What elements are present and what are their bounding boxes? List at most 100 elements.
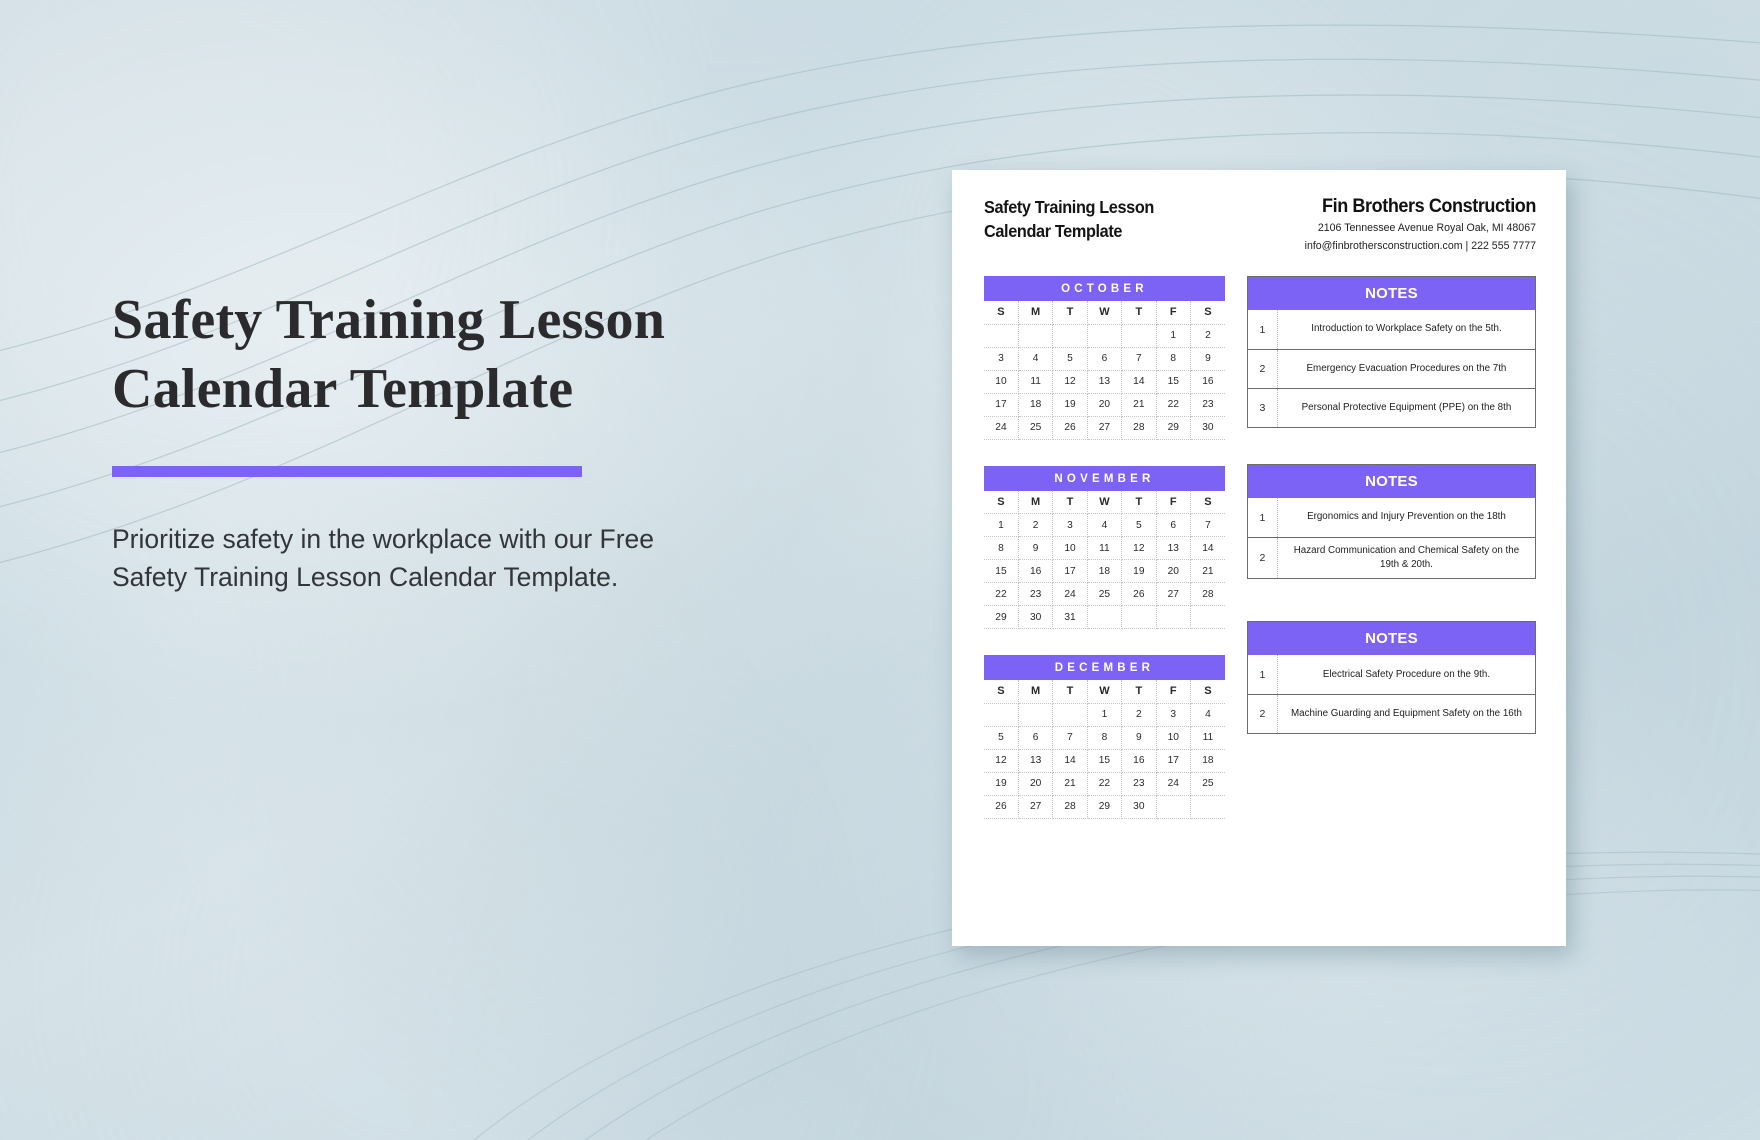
calendar-day-cell[interactable]: 8 — [984, 536, 1019, 561]
calendar-day-cell[interactable]: 22 — [984, 582, 1019, 607]
calendar-day-cell[interactable]: 20 — [1018, 772, 1054, 796]
calendar-day-cell[interactable]: 27 — [1018, 795, 1054, 819]
calendar-day-cell[interactable]: 23 — [1190, 393, 1225, 417]
calendar-day-cell[interactable]: 5 — [1052, 347, 1088, 371]
calendar-day-cell[interactable]: 24 — [984, 416, 1019, 440]
calendar-day-cell[interactable]: 19 — [984, 772, 1019, 796]
calendar-day-cell[interactable]: 30 — [1121, 795, 1157, 819]
calendar-day-cell[interactable]: 15 — [1087, 749, 1123, 773]
note-row[interactable]: 1 Electrical Safety Procedure on the 9th. — [1248, 655, 1535, 695]
calendar-day-cell[interactable]: 1 — [1087, 703, 1123, 727]
calendar-day-cell[interactable]: 31 — [1052, 605, 1088, 630]
calendar-day-cell[interactable]: 3 — [1052, 513, 1088, 538]
calendar-day-cell[interactable]: 7 — [1121, 347, 1157, 371]
calendar-day-cell[interactable]: 1 — [1156, 324, 1191, 348]
calendar-day-cell[interactable]: 24 — [1156, 772, 1191, 796]
calendar-day-cell[interactable]: 15 — [1156, 370, 1191, 394]
calendar-day-cell[interactable]: 10 — [1052, 536, 1088, 561]
calendar-day-cell[interactable]: 14 — [1052, 749, 1088, 773]
calendar-day-cell[interactable]: 28 — [1052, 795, 1088, 819]
calendar-day-cell[interactable]: 6 — [1087, 347, 1123, 371]
calendar-day-cell[interactable]: 18 — [1190, 749, 1225, 773]
calendar-day-cell[interactable]: 24 — [1052, 582, 1088, 607]
calendar-day-cell[interactable]: 25 — [1018, 416, 1054, 440]
calendar-day-cell[interactable]: 26 — [984, 795, 1019, 819]
calendar-day-cell[interactable]: 12 — [984, 749, 1019, 773]
calendar-day-cell[interactable]: 13 — [1087, 370, 1123, 394]
calendar-day-cell[interactable]: 7 — [1052, 726, 1088, 750]
calendar-day-cell[interactable]: 9 — [1018, 536, 1054, 561]
calendar-day-cell[interactable]: 3 — [1156, 703, 1191, 727]
calendar-day-cell[interactable]: 15 — [984, 559, 1019, 584]
calendar-day-cell[interactable]: 4 — [1087, 513, 1123, 538]
calendar-day-cell[interactable]: 4 — [1190, 703, 1225, 727]
calendar-day-cell[interactable]: 26 — [1121, 582, 1157, 607]
calendar-day-cell[interactable]: 7 — [1190, 513, 1225, 538]
calendar-day-cell[interactable]: 23 — [1121, 772, 1157, 796]
calendar-day-cell[interactable]: 3 — [984, 347, 1019, 371]
calendar-day-cell[interactable]: 17 — [984, 393, 1019, 417]
calendar-day-cell[interactable]: 16 — [1121, 749, 1157, 773]
calendar-day-cell[interactable]: 29 — [1156, 416, 1191, 440]
calendar-day-cell[interactable]: 19 — [1052, 393, 1088, 417]
calendar-day-cell[interactable]: 13 — [1018, 749, 1054, 773]
calendar-day-cell[interactable]: 8 — [1087, 726, 1123, 750]
calendar-day-cell[interactable]: 16 — [1018, 559, 1054, 584]
calendar-day-cell[interactable]: 1 — [984, 513, 1019, 538]
calendar-day-cell[interactable]: 29 — [984, 605, 1019, 630]
calendar-day-cell[interactable]: 5 — [984, 726, 1019, 750]
calendar-day-cell[interactable]: 26 — [1052, 416, 1088, 440]
note-row[interactable]: 2 Machine Guarding and Equipment Safety o… — [1247, 694, 1535, 734]
calendar-day-cell[interactable]: 12 — [1052, 370, 1088, 394]
calendar-day-cell[interactable]: 17 — [1052, 559, 1088, 584]
note-row[interactable]: 3 Personal Protective Equipment (PPE) on … — [1247, 388, 1535, 428]
calendar-day-cell[interactable]: 4 — [1018, 347, 1054, 371]
calendar-day-cell[interactable]: 27 — [1156, 582, 1191, 607]
calendar-day-cell[interactable]: 14 — [1121, 370, 1157, 394]
calendar-day-cell[interactable]: 2 — [1018, 513, 1054, 538]
calendar-day-cell[interactable]: 22 — [1087, 772, 1123, 796]
calendar-day-cell[interactable]: 18 — [1087, 559, 1123, 584]
calendar-day-cell[interactable]: 13 — [1156, 536, 1191, 561]
calendar-day-cell[interactable]: 23 — [1018, 582, 1054, 607]
calendar-day-cell[interactable]: 21 — [1052, 772, 1088, 796]
calendar-day-cell[interactable]: 21 — [1121, 393, 1157, 417]
calendar-day-cell[interactable]: 5 — [1121, 513, 1157, 538]
calendar-day-cell[interactable]: 17 — [1156, 749, 1191, 773]
note-row[interactable]: 1 Ergonomics and Injury Prevention on the… — [1248, 498, 1535, 538]
calendar-day-cell[interactable]: 9 — [1190, 347, 1225, 371]
calendar-day-cell[interactable]: 6 — [1156, 513, 1191, 538]
note-row[interactable]: 1 Introduction to Workplace Safety on the… — [1248, 310, 1535, 350]
note-row[interactable]: 2 Hazard Communication and Chemical Safet… — [1247, 537, 1535, 579]
note-number: 1 — [1248, 655, 1278, 695]
calendar-day-cell[interactable]: 8 — [1156, 347, 1191, 371]
calendar-day-cell[interactable]: 2 — [1190, 324, 1225, 348]
calendar-day-cell[interactable]: 18 — [1018, 393, 1054, 417]
calendar-day-cell[interactable]: 20 — [1156, 559, 1191, 584]
calendar-day-cell[interactable]: 11 — [1018, 370, 1054, 394]
note-row[interactable]: 2 Emergency Evacuation Procedures on the … — [1247, 349, 1535, 389]
calendar-day-cell[interactable]: 27 — [1087, 416, 1123, 440]
calendar-day-cell[interactable]: 28 — [1121, 416, 1157, 440]
calendar-day-cell[interactable]: 11 — [1087, 536, 1123, 561]
calendar-day-cell[interactable]: 30 — [1018, 605, 1054, 630]
template-document-preview[interactable]: Safety Training Lesson Calendar Template… — [952, 170, 1566, 946]
calendar-day-cell[interactable]: 19 — [1121, 559, 1157, 584]
calendar-day-cell[interactable]: 6 — [1018, 726, 1054, 750]
calendar-day-cell[interactable]: 29 — [1087, 795, 1123, 819]
calendar-day-cell[interactable]: 20 — [1087, 393, 1123, 417]
calendar-day-cell[interactable]: 16 — [1190, 370, 1225, 394]
calendar-day-cell[interactable]: 28 — [1190, 582, 1225, 607]
calendar-day-cell[interactable]: 25 — [1190, 772, 1225, 796]
calendar-day-cell[interactable]: 10 — [984, 370, 1019, 394]
calendar-day-cell[interactable]: 25 — [1087, 582, 1123, 607]
calendar-day-cell[interactable]: 14 — [1190, 536, 1225, 561]
calendar-day-cell[interactable]: 21 — [1190, 559, 1225, 584]
calendar-day-cell[interactable]: 30 — [1190, 416, 1225, 440]
calendar-day-cell[interactable]: 10 — [1156, 726, 1191, 750]
calendar-day-cell[interactable]: 9 — [1121, 726, 1157, 750]
calendar-day-cell[interactable]: 2 — [1121, 703, 1157, 727]
calendar-day-cell[interactable]: 11 — [1190, 726, 1225, 750]
calendar-day-cell[interactable]: 12 — [1121, 536, 1157, 561]
calendar-day-cell[interactable]: 22 — [1156, 393, 1191, 417]
